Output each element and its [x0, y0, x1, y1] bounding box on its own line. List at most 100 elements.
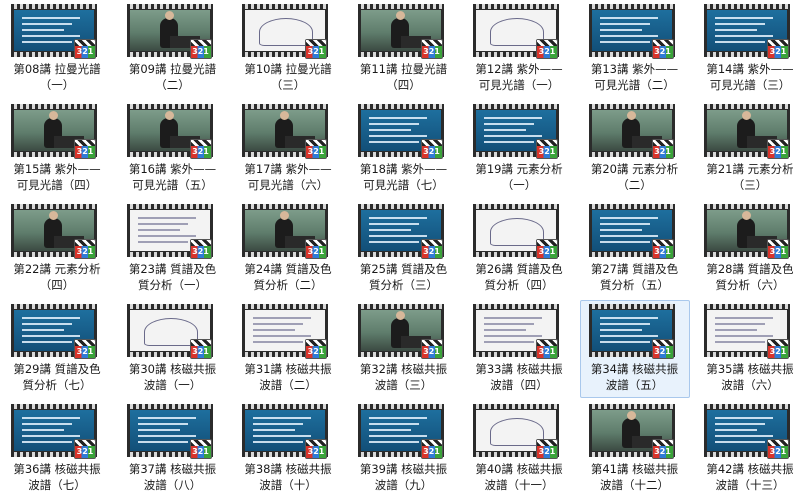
video-item[interactable]: 321 第25講 質譜及色 質分析（三） — [349, 200, 459, 298]
video-label[interactable]: 第35講 核磁共振 波譜（六） — [696, 361, 793, 393]
video-title-line2: （四） — [39, 278, 75, 292]
video-item[interactable]: 321 第21講 元素分析 （三） — [695, 100, 793, 198]
video-label[interactable]: 第27講 質譜及色 質分析（五） — [581, 261, 689, 293]
slide-text-line — [599, 329, 642, 331]
video-label[interactable]: 第24講 質譜及色 質分析（二） — [234, 261, 342, 293]
video-item[interactable]: 321 第28講 質譜及色 質分析（六） — [695, 200, 793, 298]
clapperboard-icon: 321 — [189, 339, 212, 359]
video-item[interactable]: 321 第35講 核磁共振 波譜（六） — [695, 300, 793, 398]
video-label[interactable]: 第26講 質譜及色 質分析（四） — [465, 261, 573, 293]
video-item[interactable]: 321 第22講 元素分析 （四） — [2, 200, 112, 298]
film-perforations — [357, 404, 444, 409]
slide-text-line — [368, 217, 427, 219]
video-item[interactable]: 321 第19講 元素分析 （一） — [464, 100, 574, 198]
video-item[interactable]: 321 第33講 核磁共振 波譜（四） — [464, 300, 574, 398]
video-item[interactable]: 321 第39講 核磁共振 波譜（九） — [349, 400, 459, 498]
slide-text-line — [253, 341, 303, 343]
video-item[interactable]: 321 第24講 質譜及色 質分析（二） — [233, 200, 343, 298]
video-item[interactable]: 321 第40講 核磁共振 波譜（十一） — [464, 400, 574, 498]
video-label[interactable]: 第23講 質譜及色 質分析（一） — [119, 261, 227, 293]
slide-text-line — [368, 117, 427, 119]
video-item[interactable]: 321 第32講 核磁共振 波譜（三） — [349, 300, 459, 398]
video-item[interactable]: 321 第23講 質譜及色 質分析（一） — [118, 200, 228, 298]
video-item[interactable]: 321 第10講 拉曼光譜 （三） — [233, 0, 343, 98]
video-item[interactable]: 321 第31講 核磁共振 波譜（二） — [233, 300, 343, 398]
video-label[interactable]: 第12講 紫外—— 可見光譜（一） — [465, 61, 573, 93]
video-item[interactable]: 321 第27講 質譜及色 質分析（五） — [580, 200, 690, 298]
video-item[interactable]: 321 第38講 核磁共振 波譜（十） — [233, 400, 343, 498]
video-label[interactable]: 第31講 核磁共振 波譜（二） — [234, 361, 342, 393]
video-item[interactable]: 321 第42講 核磁共振 波譜（十三） — [695, 400, 793, 498]
video-item[interactable]: 321 第08講 拉曼光譜 （一） — [2, 0, 112, 98]
film-perforations — [473, 4, 559, 9]
video-label[interactable]: 第34講 核磁共振 波譜（五） — [581, 361, 689, 393]
video-label[interactable]: 第08講 拉曼光譜 （一） — [3, 61, 111, 93]
video-label[interactable]: 第09講 拉曼光譜 （二） — [119, 61, 227, 93]
video-title-line1: 第34講 核磁共振 — [590, 362, 679, 376]
video-label[interactable]: 第10講 拉曼光譜 （三） — [234, 61, 342, 93]
film-perforations — [588, 104, 675, 109]
video-label[interactable]: 第19講 元素分析 （一） — [465, 161, 573, 193]
video-label[interactable]: 第16講 紫外—— 可見光譜（五） — [119, 161, 227, 193]
video-title-line2: 波譜（六） — [721, 378, 779, 392]
video-label[interactable]: 第13講 紫外—— 可見光譜（二） — [581, 61, 689, 93]
video-title-line2: 波譜（十二） — [600, 478, 669, 492]
film-perforations — [242, 404, 328, 409]
video-label[interactable]: 第36講 核磁共振 波譜（七） — [3, 461, 111, 493]
badge-number: 321 — [537, 146, 557, 158]
video-label[interactable]: 第17講 紫外—— 可見光譜（六） — [234, 161, 342, 193]
film-perforations — [704, 204, 790, 209]
badge-number: 321 — [768, 246, 788, 258]
video-label[interactable]: 第15講 紫外—— 可見光譜（四） — [3, 161, 111, 193]
video-item[interactable]: 321 第09講 拉曼光譜 （二） — [118, 0, 228, 98]
video-item[interactable]: 321 第17講 紫外—— 可見光譜（六） — [233, 100, 343, 198]
video-label[interactable]: 第38講 核磁共振 波譜（十） — [234, 461, 342, 493]
video-label[interactable]: 第21講 元素分析 （三） — [696, 161, 793, 193]
video-label[interactable]: 第32講 核磁共振 波譜（三） — [350, 361, 458, 393]
video-title-line2: 波譜（一） — [143, 378, 202, 392]
slide-text-line — [253, 435, 311, 437]
clapperboard-icon: 321 — [536, 239, 558, 259]
video-label[interactable]: 第30講 核磁共振 波譜（一） — [119, 361, 227, 393]
video-item[interactable]: 321 第16講 紫外—— 可見光譜（五） — [118, 100, 228, 198]
video-item[interactable]: 321 第14講 紫外—— 可見光譜（三） — [695, 0, 793, 98]
video-item[interactable]: 321 第34講 核磁共振 波譜（五） — [579, 300, 690, 398]
video-title-line1: 第20講 元素分析 — [590, 162, 679, 176]
video-label[interactable]: 第28講 質譜及色 質分析（六） — [696, 261, 793, 293]
video-item[interactable]: 321 第15講 紫外—— 可見光譜（四） — [2, 100, 112, 198]
video-label[interactable]: 第20講 元素分析 （二） — [581, 161, 689, 193]
video-label[interactable]: 第11講 拉曼光譜 （四） — [350, 61, 458, 93]
video-label[interactable]: 第25講 質譜及色 質分析（三） — [350, 261, 458, 293]
film-perforations — [704, 404, 790, 409]
slide-text-line — [22, 329, 64, 331]
video-title-line2: 波譜（五） — [605, 378, 664, 392]
film-perforations — [357, 204, 444, 209]
video-label[interactable]: 第42講 核磁共振 波譜（十三） — [696, 461, 793, 493]
video-label[interactable]: 第33講 核磁共振 波譜（四） — [465, 361, 573, 393]
video-label[interactable]: 第22講 元素分析 （四） — [3, 261, 111, 293]
video-label[interactable]: 第37講 核磁共振 波譜（八） — [119, 461, 227, 493]
clapperboard-icon: 321 — [767, 439, 789, 459]
video-item[interactable]: 321 第29講 質譜及色 質分析（七） — [2, 300, 112, 398]
clapperboard-icon: 321 — [767, 339, 789, 359]
video-item[interactable]: 321 第20講 元素分析 （二） — [580, 100, 690, 198]
video-item[interactable]: 321 第11講 拉曼光譜 （四） — [349, 0, 459, 98]
video-label[interactable]: 第14講 紫外—— 可見光譜（三） — [696, 61, 793, 93]
video-label[interactable]: 第18講 紫外—— 可見光譜（七） — [350, 161, 458, 193]
video-item[interactable]: 321 第13講 紫外—— 可見光譜（二） — [580, 0, 690, 98]
video-item[interactable]: 321 第41講 核磁共振 波譜（十二） — [580, 400, 690, 498]
video-label[interactable]: 第40講 核磁共振 波譜（十一） — [465, 461, 573, 493]
video-label[interactable]: 第29講 質譜及色 質分析（七） — [3, 361, 111, 393]
video-label[interactable]: 第41講 核磁共振 波譜（十二） — [581, 461, 689, 493]
clapperboard-icon: 321 — [651, 239, 674, 259]
video-title-line2: 波譜（七） — [28, 478, 86, 492]
video-item[interactable]: 321 第37講 核磁共振 波譜（八） — [118, 400, 228, 498]
video-label[interactable]: 第39講 核磁共振 波譜（九） — [350, 461, 458, 493]
film-perforations — [704, 4, 790, 9]
video-item[interactable]: 321 第12講 紫外—— 可見光譜（一） — [464, 0, 574, 98]
video-item[interactable]: 321 第18講 紫外—— 可見光譜（七） — [349, 100, 459, 198]
video-item[interactable]: 321 第36講 核磁共振 波譜（七） — [2, 400, 112, 498]
video-title-line2: 波譜（八） — [143, 478, 202, 492]
video-item[interactable]: 321 第30講 核磁共振 波譜（一） — [118, 300, 228, 398]
video-item[interactable]: 321 第26講 質譜及色 質分析（四） — [464, 200, 574, 298]
